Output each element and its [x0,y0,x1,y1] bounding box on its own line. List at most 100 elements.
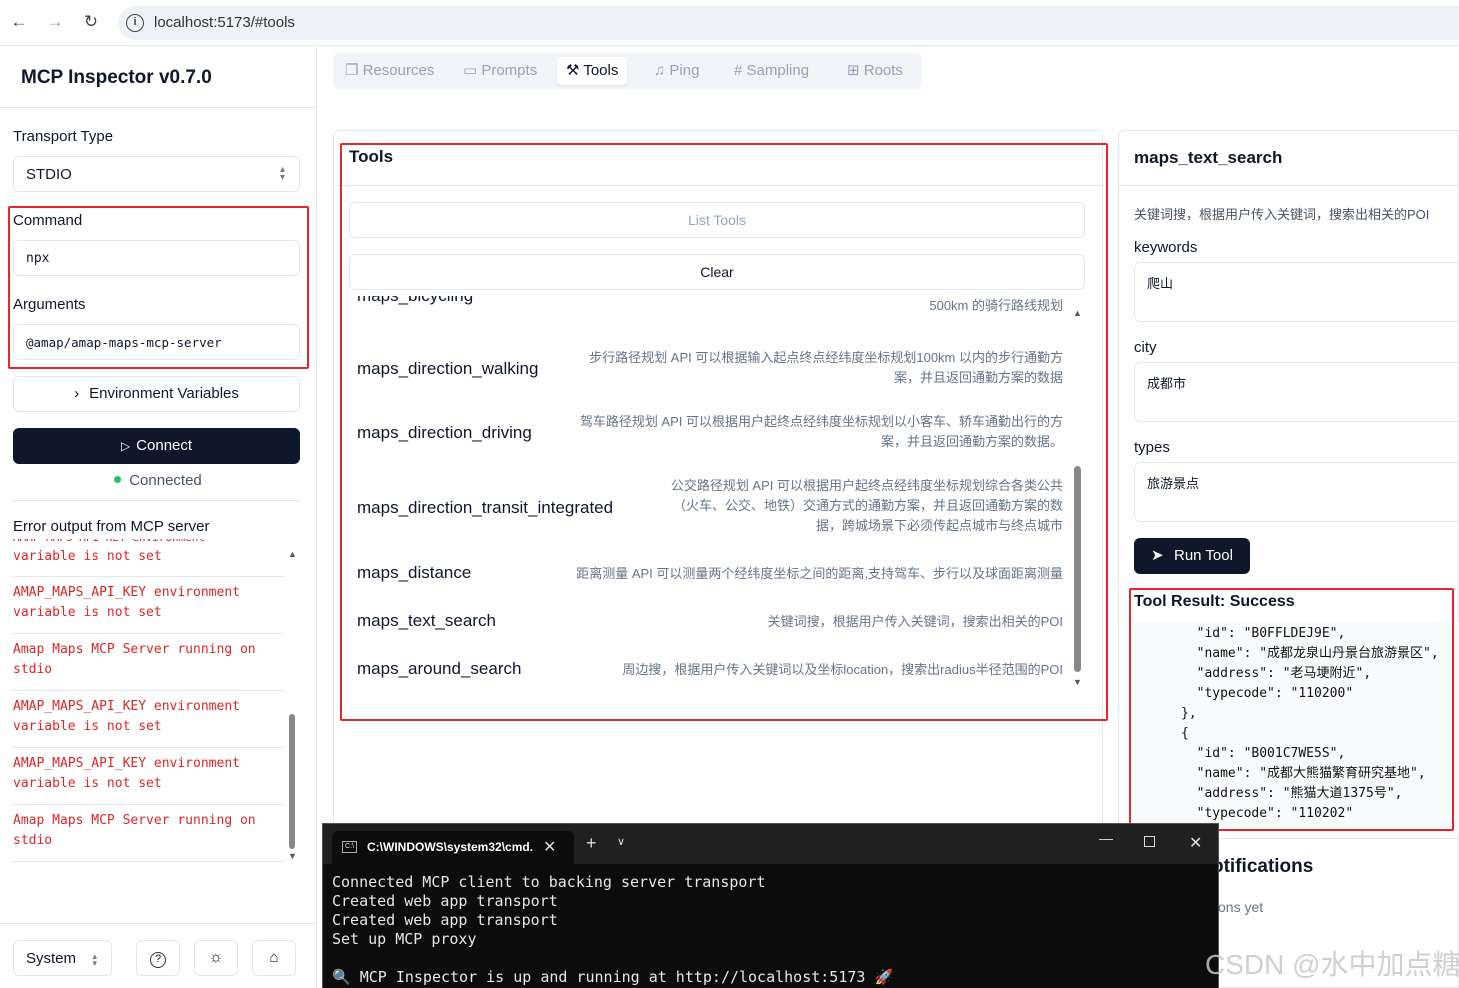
tool-list[interactable]: maps_bicycling 500km 的骑行路线规划 maps_direct… [349,296,1068,694]
maximize-icon[interactable] [1144,836,1155,847]
command-label: Command [13,212,83,229]
connect-label: Connect [136,437,193,454]
tool-name: maps_distance [357,563,472,582]
tool-item[interactable]: maps_direction_transit_integrated 公交路径规划… [357,476,1063,541]
env-variables-button[interactable]: › Environment Variables [13,376,300,412]
chevron-updown-icon: ▴ ▾ [92,951,97,968]
error-item: Amap Maps MCP Server running on stdio [13,634,285,691]
tab-label: Roots [863,62,903,79]
city-input[interactable]: 成都市 [1134,362,1459,422]
reload-icon[interactable]: ↻ [80,11,102,33]
tool-result-output[interactable]: "id": "B0FFLDEJ9E", "name": "成都龙泉山丹景台旅游景… [1134,622,1459,832]
bell-icon: ♫ [654,62,670,79]
transport-select[interactable]: STDIO ▴ ▾ [13,156,300,192]
github-button[interactable]: ⌂ [252,940,296,976]
tab-roots[interactable]: ⊞ Roots [838,57,912,85]
error-output-title: Error output from MCP server [13,518,210,535]
status-text: Connected [129,472,202,489]
divider [13,500,300,501]
theme-select[interactable]: System ▴ ▾ [13,940,112,976]
site-info-icon[interactable]: i [126,14,144,32]
error-item: AMAP_MAPS_API_KEY environment variable i… [13,539,285,577]
tool-item[interactable]: maps_direction_walking 步行路径规划 API 可以根据输入… [357,348,1063,398]
tool-item[interactable]: maps_distance 距离测量 API 可以测量两个经纬度坐标之间的距离,… [357,562,1063,592]
tool-name: maps_direction_walking [357,359,539,378]
tab-prompts[interactable]: ▭ Prompts [454,57,546,85]
error-item: Amap Maps MCP Server running on stdio [13,805,285,862]
tool-description: 公交路径规划 API 可以根据用户起终点经纬度坐标规划综合各类公共 （火车、公交、… [670,478,1063,533]
status-dot-icon [114,476,122,483]
address-bar[interactable]: i localhost:5173/#tools [118,6,1459,40]
command-input[interactable]: npx [13,240,300,276]
terminal-tab-title: C:\WINDOWS\system32\cmd. [367,840,534,854]
tool-name: maps_text_search [357,611,496,630]
scroll-thumb[interactable] [1074,466,1081,672]
app-title: MCP Inspector v0.7.0 [21,67,212,88]
tab-label: Tools [583,62,619,79]
divider [0,107,316,108]
keywords-input[interactable]: 爬山 [1134,262,1459,322]
run-tool-button[interactable]: ➤ Run Tool [1134,538,1250,574]
notifications-empty: ons yet [1218,899,1264,915]
arguments-label: Arguments [13,296,86,313]
tool-item[interactable]: maps_around_search 周边搜，根据用户传入关键词以及坐标loca… [357,658,1063,688]
scroll-down-icon[interactable]: ▼ [288,851,297,861]
connect-button[interactable]: ▷ Connect [13,428,300,464]
send-icon: ➤ [1151,547,1164,564]
tab-ping[interactable]: ♫ Ping [645,57,708,85]
tool-list-scrollbar[interactable]: ▲ ▼ [1073,308,1083,688]
connection-status: Connected [0,472,316,489]
tool-item[interactable]: maps_direction_driving 驾车路径规划 API 可以根据用户… [357,412,1063,462]
error-item: AMAP_MAPS_API_KEY environment variable i… [13,577,285,634]
terminal-window[interactable]: C:\ C:\WINDOWS\system32\cmd. ✕ + ∨ — ✕ C… [322,823,1219,988]
tool-description: 驾车路径规划 API 可以根据用户起终点经纬度坐标规划以小客车、轿车通勤出行的方… [579,414,1063,449]
clear-button[interactable]: Clear [349,254,1085,290]
new-tab-icon[interactable]: + [586,833,597,854]
terminal-titlebar: C:\ C:\WINDOWS\system32\cmd. ✕ + ∨ — ✕ [323,824,1218,864]
divider [0,923,316,924]
debug-button[interactable]: ☼ [194,940,238,976]
scroll-thumb[interactable] [289,714,295,849]
tool-result-title: Tool Result: Success [1134,593,1295,610]
error-item: AMAP_MAPS_API_KEY environment variable i… [13,748,285,805]
tool-name: maps_around_search [357,659,522,678]
play-icon: ▷ [120,439,131,453]
tool-detail-title: maps_text_search [1134,148,1283,167]
help-icon: ? [150,952,166,968]
error-scrollbar[interactable]: ▲ ▼ [288,549,297,861]
arguments-input[interactable]: @amap/amap-maps-mcp-server [13,324,300,360]
chevron-updown-icon: ▴ ▾ [279,164,285,183]
help-button[interactable]: ? [136,940,180,976]
url-text: localhost:5173/#tools [154,14,295,31]
transport-value: STDIO [26,166,72,183]
notifications-title: otifications [1212,856,1314,877]
error-item-text: variable is not set [13,549,162,564]
sidebar: MCP Inspector v0.7.0 Transport Type STDI… [0,47,317,988]
scroll-up-icon[interactable]: ▲ [1073,308,1082,318]
hash-icon: # [734,62,747,79]
terminal-output[interactable]: Connected MCP client to backing server t… [332,873,893,987]
bug-icon: ☼ [208,949,224,966]
scroll-up-icon[interactable]: ▲ [288,549,297,559]
tool-item[interactable]: maps_bicycling 500km 的骑行路线规划 [357,296,1063,326]
close-icon[interactable]: ✕ [1189,833,1202,853]
scroll-down-icon[interactable]: ▼ [1073,677,1082,687]
tool-description: 关键词搜，根据用户传入关键词，搜索出相关的POI [767,614,1063,629]
tool-item[interactable]: maps_text_search 关键词搜，根据用户传入关键词，搜索出相关的PO… [357,610,1063,640]
error-output-list[interactable]: AMAP_MAPS_API_KEY environment variable i… [13,539,285,919]
dropdown-icon[interactable]: ∨ [617,835,625,848]
back-icon[interactable]: ← [8,11,30,33]
minimize-icon[interactable]: — [1099,830,1113,846]
types-input[interactable]: 旅游景点 [1134,462,1459,522]
tab-resources[interactable]: ❐ Resources [336,57,443,85]
list-tools-button[interactable]: List Tools [349,202,1085,238]
forward-icon[interactable]: → [44,11,66,33]
divider [1119,185,1459,186]
tab-label: Prompts [481,62,538,79]
tab-sampling[interactable]: # Sampling [725,57,818,85]
tool-detail-description: 关键词搜，根据用户传入关键词，搜索出相关的POI [1134,207,1430,222]
terminal-tab[interactable]: C:\ C:\WINDOWS\system32\cmd. ✕ [332,831,574,864]
close-tab-icon[interactable]: ✕ [543,837,556,857]
tab-tools[interactable]: ⚒ Tools [557,57,628,85]
types-label: types [1134,439,1170,456]
